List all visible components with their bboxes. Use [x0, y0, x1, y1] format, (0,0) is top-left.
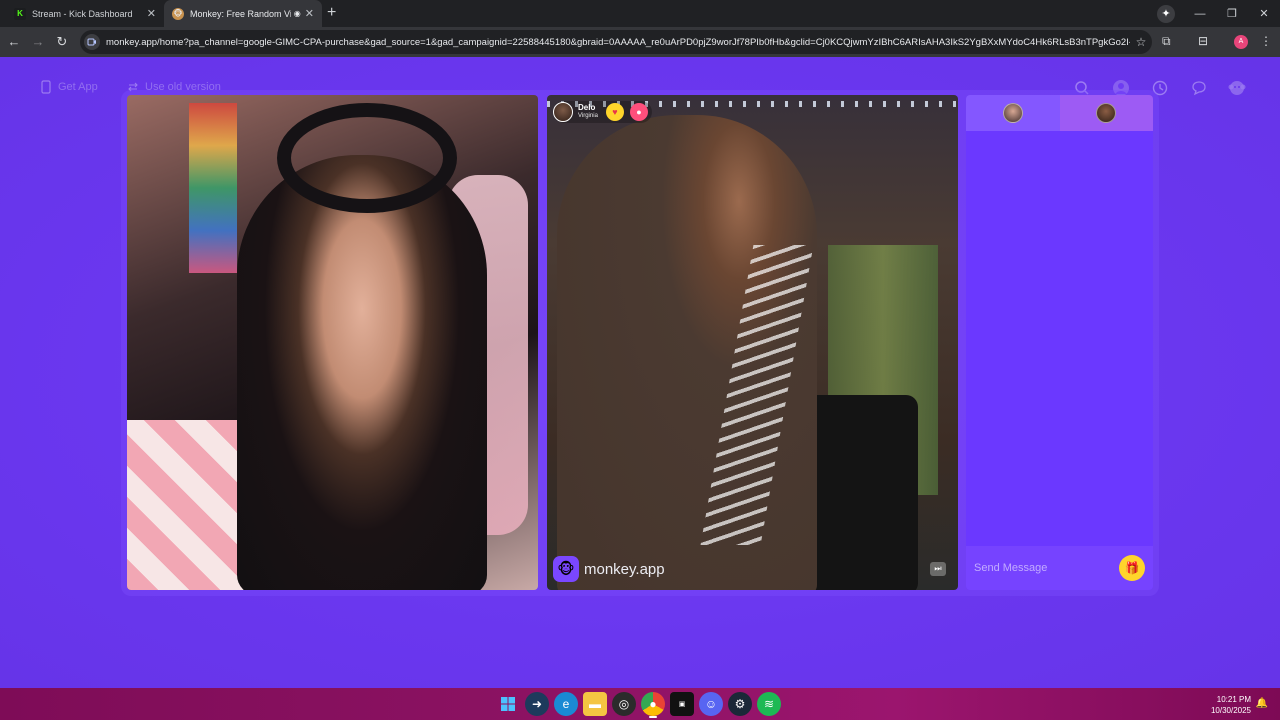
notification-bell-icon[interactable]: 🔔	[1256, 698, 1268, 709]
url-text: monkey.app/home?pa_channel=google-GIMC-C…	[106, 36, 1130, 48]
spotify-icon[interactable]: ≋	[757, 692, 781, 716]
tab-search-icon[interactable]: ⊟	[1198, 34, 1208, 48]
monkey-icon[interactable]	[1227, 78, 1247, 98]
taskbar-apps: ➜ e ▬ ◎ ● ▣ ☺ ⚙ ≋	[496, 692, 786, 718]
clock-time: 10:21 PM	[1216, 695, 1251, 704]
windows-taskbar: ➜ e ▬ ◎ ● ▣ ☺ ⚙ ≋ 10:21 PM 10/30/2025 🔔	[0, 688, 1280, 720]
chat-panel: Send Message 🎁	[966, 95, 1153, 590]
windows-start-icon[interactable]	[496, 692, 520, 716]
window-controls: — ❐ ✕	[1184, 0, 1280, 27]
gemini-icon[interactable]: ✦	[1157, 5, 1175, 23]
phone-icon	[40, 80, 52, 94]
graffiti-poster	[189, 103, 237, 273]
pet-badge-icon[interactable]: ●	[629, 103, 648, 121]
kick-icon: K	[14, 7, 26, 20]
watermark-text: monkey.app	[584, 560, 665, 578]
watermark: 🐵 monkey.app	[553, 556, 665, 582]
new-tab-icon[interactable]: +	[327, 4, 336, 22]
profile-avatar[interactable]: A	[1234, 35, 1248, 49]
partner-location: Virginia	[578, 113, 598, 119]
remote-video: Delo Virginia ♥ ● 🐵 monkey.app ⏭	[547, 95, 958, 590]
app-icon[interactable]: ▣	[670, 692, 694, 716]
system-clock[interactable]: 10:21 PM 10/30/2025	[1211, 694, 1251, 716]
gift-icon[interactable]: 🎁	[1119, 555, 1145, 581]
minimize-icon[interactable]: —	[1184, 8, 1216, 20]
tab-label: Stream - Kick Dashboard	[32, 8, 133, 19]
heart-badge-icon[interactable]: ♥	[605, 103, 624, 121]
site-info-icon[interactable]	[84, 34, 100, 50]
address-bar[interactable]: monkey.app/home?pa_channel=google-GIMC-C…	[80, 30, 1152, 54]
back-icon[interactable]: ←	[6, 34, 22, 49]
maximize-icon[interactable]: ❐	[1216, 7, 1248, 20]
bookmark-star-icon[interactable]: ☆	[1130, 35, 1152, 49]
chat-tabs	[966, 95, 1153, 131]
steam-icon[interactable]: ⚙	[728, 692, 752, 716]
tab-remote-user[interactable]	[1059, 95, 1153, 131]
local-user-figure	[237, 155, 487, 590]
obs-icon[interactable]: ◎	[612, 692, 636, 716]
partner-names: Delo Virginia	[578, 104, 598, 120]
monkey-icon: 🐵	[172, 7, 184, 20]
skip-icon[interactable]: ⏭	[930, 562, 946, 576]
feather-halo	[277, 103, 457, 213]
chrome-icon[interactable]: ●	[641, 692, 665, 718]
file-explorer-icon[interactable]: ▬	[583, 692, 607, 716]
get-app-button[interactable]: Get App	[40, 80, 98, 94]
reload-icon[interactable]: ↻	[54, 34, 70, 50]
tab-local-user[interactable]	[966, 95, 1060, 131]
get-app-label: Get App	[58, 81, 98, 93]
forward-icon[interactable]: →	[30, 34, 46, 49]
close-icon[interactable]: ✕	[305, 7, 314, 20]
partner-name: Delo	[578, 103, 596, 112]
tab-kick-dashboard[interactable]: K Stream - Kick Dashboard ✕	[6, 0, 164, 27]
remote-user-thumbnail	[1096, 103, 1117, 123]
extensions-icon[interactable]: ⧉	[1162, 34, 1171, 49]
close-window-icon[interactable]: ✕	[1248, 7, 1280, 20]
discord-icon[interactable]: ☺	[699, 692, 723, 716]
partner-info[interactable]: Delo Virginia ♥ ●	[553, 101, 652, 123]
local-user-thumbnail	[1002, 103, 1023, 123]
chat-icon[interactable]	[1189, 78, 1209, 98]
message-input[interactable]: Send Message	[974, 562, 1119, 574]
clock-date: 10/30/2025	[1210, 706, 1251, 715]
tab-label: Monkey: Free Random Video	[190, 8, 291, 19]
partner-avatar	[553, 102, 573, 122]
close-icon[interactable]: ✕	[147, 7, 156, 20]
arrow-app-icon[interactable]: ➜	[525, 692, 549, 716]
tab-monkey[interactable]: 🐵 Monkey: Free Random Video ◉ ✕	[164, 0, 322, 27]
browser-tab-bar: K Stream - Kick Dashboard ✕ 🐵 Monkey: Fr…	[0, 0, 1280, 27]
message-bar: Send Message 🎁	[966, 546, 1153, 590]
edge-icon[interactable]: e	[554, 692, 578, 716]
menu-icon[interactable]: ⋮	[1260, 34, 1272, 48]
monkey-logo-icon: 🐵	[553, 556, 579, 582]
browser-toolbar: ← → ↻ monkey.app/home?pa_channel=google-…	[0, 27, 1280, 57]
recording-icon: ◉	[293, 9, 301, 18]
local-video	[127, 95, 538, 590]
